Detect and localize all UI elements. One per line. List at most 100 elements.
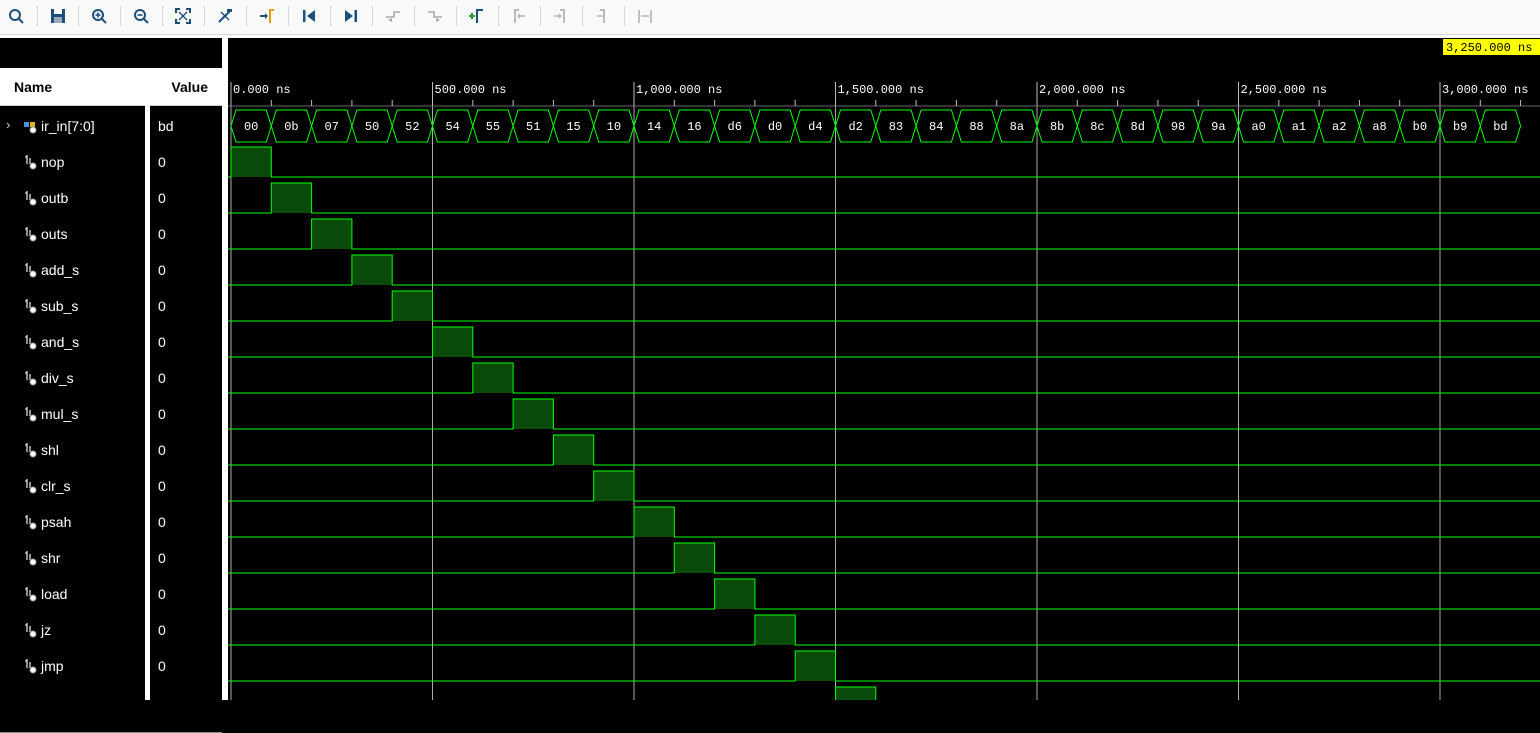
bus-value-label: 83 [889,120,903,134]
signal-row-load[interactable]: load 0 [0,577,222,613]
fix-cursor-button[interactable] [632,4,658,28]
fix-cursor-icon [638,10,652,23]
signal-row-outs[interactable]: outs 0 [0,217,222,253]
bus-value-label: d6 [728,120,742,134]
signal-row-nop[interactable]: nop 0 [0,145,222,181]
signal-row-jmp[interactable]: jmp 0 [0,649,222,685]
signal-name: clr_s [41,478,71,494]
time-label: 0.000 ns [233,83,291,97]
signal-waveform[interactable] [228,218,1540,250]
signal-row-shl[interactable]: shl 0 [0,433,222,469]
previous-marker-button[interactable] [506,4,532,28]
bus-value-label: 07 [325,120,339,134]
time-label: 2,500.000 ns [1241,83,1327,97]
zoom-fit-button[interactable] [170,4,196,28]
toolbar-separator [162,6,163,26]
bus-value-label: 84 [929,120,943,134]
toolbar-separator [288,6,289,26]
signal-waveform[interactable] [228,542,1540,574]
signal-row-add_s[interactable]: add_s 0 [0,253,222,289]
add-marker-button[interactable] [464,4,490,28]
toolbar-separator [582,6,583,26]
signal-high-fill [835,687,876,700]
next-marker-button[interactable] [548,4,574,28]
bus-value-label: bd [1493,120,1507,134]
go-to-end-button[interactable] [338,4,364,28]
go-to-start-button[interactable] [296,4,322,28]
signal-name: load [41,586,68,602]
signal-name: jz [41,622,52,638]
signal-waveform[interactable] [228,182,1540,214]
signal-value: 0 [158,334,166,350]
signal-row-mul_s[interactable]: mul_s 0 [0,397,222,433]
next-transition-button[interactable] [422,4,448,28]
signal-high-fill [231,147,272,177]
save-button[interactable] [45,4,71,28]
bus-value-label: a0 [1251,120,1265,134]
signal-waveform[interactable] [228,362,1540,394]
zoom-out-icon [134,9,149,24]
bus-value-label: a1 [1292,120,1306,134]
signal-waveform[interactable] [228,398,1540,430]
signal-high-fill [513,399,554,429]
signal-waveform[interactable] [228,578,1540,610]
signal-waveform[interactable] [228,254,1540,286]
expand-chevron-icon[interactable]: › [6,117,10,132]
signal-row-psah[interactable]: psah 0 [0,505,222,541]
toolbar-separator [246,6,247,26]
signal-icon [25,263,37,278]
signal-name: jmp [41,658,64,674]
bus-value-label: 16 [687,120,701,134]
signal-high-fill [714,579,755,609]
search-button[interactable] [3,4,29,28]
bus-value-label: 14 [647,120,661,134]
signal-waveform[interactable] [228,614,1540,646]
value-column-header[interactable]: Value [150,68,222,106]
signal-high-fill [674,543,715,573]
bus-value-label: 52 [405,120,419,134]
signal-row-clr_s[interactable]: clr_s 0 [0,469,222,505]
search-icon [9,9,24,24]
signal-waveform[interactable] [228,686,1540,700]
signal-icon [25,155,37,170]
toolbar-separator [624,6,625,26]
name-column-header[interactable]: Name [0,68,145,106]
toolbar-separator [372,6,373,26]
signal-waveform[interactable] [228,470,1540,502]
toolbar-separator [78,6,79,26]
signal-waveform[interactable] [228,146,1540,178]
bus-row-ir-in[interactable]: › ir_in[7:0] bd [0,109,222,145]
signal-row-div_s[interactable]: div_s 0 [0,361,222,397]
signal-icon [25,335,37,350]
signal-row-shr[interactable]: shr 0 [0,541,222,577]
signal-waveform[interactable] [228,650,1540,682]
signal-waveform[interactable] [228,506,1540,538]
zoom-in-button[interactable] [86,4,112,28]
signal-waveform[interactable] [228,434,1540,466]
signal-name: and_s [41,334,80,350]
bus-value-label: b9 [1453,120,1467,134]
signal-row-sub_s[interactable]: sub_s 0 [0,289,222,325]
signal-value: 0 [158,514,166,530]
bus-value-label: b0 [1413,120,1427,134]
signal-name: div_s [41,370,74,386]
zoom-out-button[interactable] [128,4,154,28]
signal-waveform[interactable] [228,326,1540,358]
signal-high-fill [472,363,514,393]
bus-value-label: 15 [566,120,580,134]
swap-cursors-button[interactable] [590,4,616,28]
zoom-cursor-button[interactable] [212,4,238,28]
previous-marker-icon [514,9,525,23]
waveform-canvas[interactable]: 0.000 ns 500.000 ns 1,000.000 ns 1,500.000 … [228,38,1540,700]
signal-row-and_s[interactable]: and_s 0 [0,325,222,361]
previous-transition-button[interactable] [380,4,406,28]
go-to-cursor-button[interactable] [254,4,280,28]
signal-row-jz[interactable]: jz 0 [0,613,222,649]
signal-high-fill [392,291,433,321]
signal-row-outb[interactable]: outb 0 [0,181,222,217]
signal-high-fill [754,615,796,645]
signal-name: nop [41,154,65,170]
signal-value: bd [158,118,174,134]
signal-icon [25,227,37,242]
bus-value-label: d0 [768,120,782,134]
